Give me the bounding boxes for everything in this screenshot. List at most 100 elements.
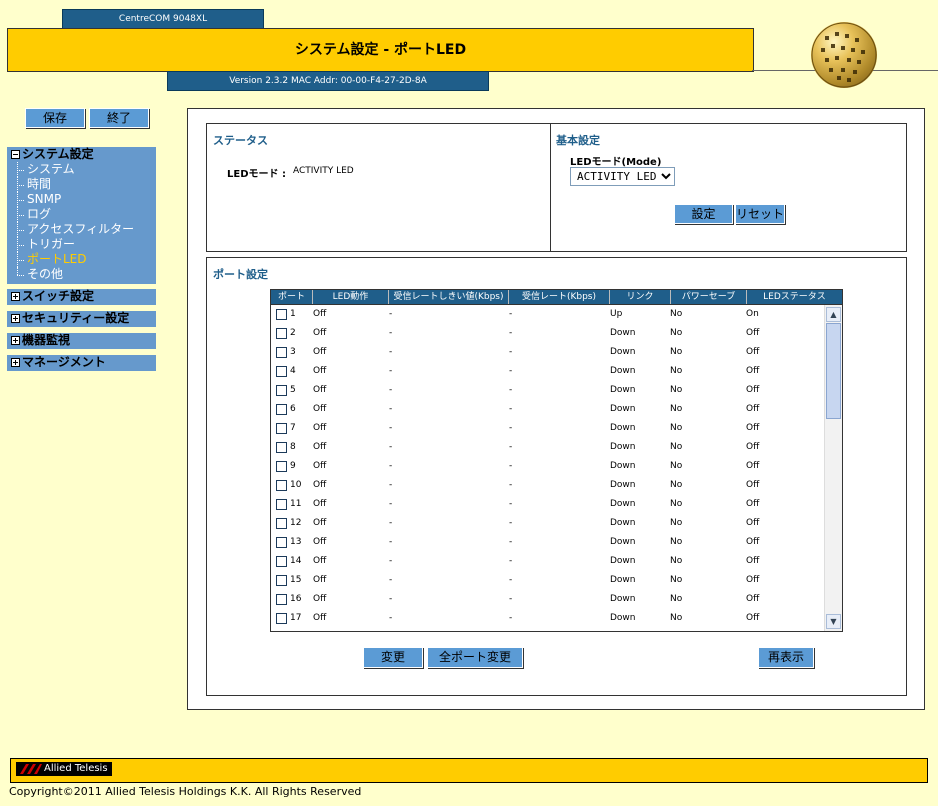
- cell-threshold: -: [389, 518, 393, 528]
- cell-port: 14: [290, 556, 302, 566]
- cell-threshold: -: [389, 594, 393, 604]
- cell-power-save: No: [670, 423, 683, 433]
- sidebar-item-time[interactable]: 時間: [7, 177, 156, 192]
- port-checkbox[interactable]: [276, 442, 287, 453]
- table-scrollbar[interactable]: ▲ ▼: [824, 305, 842, 631]
- sidebar-item-access-filter[interactable]: アクセスフィルター: [7, 222, 156, 237]
- port-checkbox[interactable]: [276, 404, 287, 415]
- led-mode-label: LEDモード(Mode): [570, 157, 662, 168]
- scroll-up-icon[interactable]: ▲: [826, 307, 841, 322]
- port-checkbox[interactable]: [276, 556, 287, 567]
- cell-led-action: Off: [313, 347, 327, 357]
- table-row: 10 Off - - Down No Off: [271, 476, 823, 495]
- table-row: 5 Off - - Down No Off: [271, 381, 823, 400]
- cell-led-action: Off: [313, 309, 327, 319]
- sidebar-item-system-settings[interactable]: システム設定: [7, 147, 156, 162]
- sidebar-item-label: 機器監視: [22, 333, 71, 347]
- port-checkbox[interactable]: [276, 423, 287, 434]
- port-checkbox[interactable]: [276, 480, 287, 491]
- exit-button[interactable]: 終了: [89, 108, 149, 128]
- scroll-thumb[interactable]: [826, 323, 841, 419]
- collapse-icon[interactable]: [11, 150, 20, 159]
- cell-led-status: Off: [746, 442, 760, 452]
- expand-icon[interactable]: [11, 358, 20, 367]
- port-checkbox[interactable]: [276, 385, 287, 396]
- cell-link: Up: [610, 309, 623, 319]
- sidebar-item-log[interactable]: ログ: [7, 207, 156, 222]
- version-info: Version 2.3.2 MAC Addr: 00-00-F4-27-2D-8…: [167, 71, 489, 91]
- cell-led-action: Off: [313, 518, 327, 528]
- cell-led-status: Off: [746, 594, 760, 604]
- sidebar-item-device-monitor[interactable]: 機器監視: [7, 333, 156, 349]
- table-row: 8 Off - - Down No Off: [271, 438, 823, 457]
- cell-power-save: No: [670, 480, 683, 490]
- port-checkbox[interactable]: [276, 537, 287, 548]
- cell-port: 12: [290, 518, 302, 528]
- sidebar-item-port-led[interactable]: ポートLED: [7, 252, 156, 267]
- cell-rx-rate: -: [509, 556, 513, 566]
- port-checkbox[interactable]: [276, 518, 287, 529]
- expand-icon[interactable]: [11, 314, 20, 323]
- scroll-down-icon[interactable]: ▼: [826, 614, 841, 629]
- expand-icon[interactable]: [11, 292, 20, 301]
- cell-led-action: Off: [313, 537, 327, 547]
- cell-rx-rate: -: [509, 461, 513, 471]
- cell-led-status: Off: [746, 556, 760, 566]
- cell-power-save: No: [670, 328, 683, 338]
- cell-threshold: -: [389, 309, 393, 319]
- cell-link: Down: [610, 461, 636, 471]
- cell-link: Down: [610, 613, 636, 623]
- sidebar-item-trigger[interactable]: トリガー: [7, 237, 156, 252]
- sidebar-item-label: ログ: [27, 207, 52, 221]
- change-all-ports-button[interactable]: 全ポート変更: [427, 647, 523, 668]
- port-checkbox[interactable]: [276, 461, 287, 472]
- cell-rx-rate: -: [509, 575, 513, 585]
- port-checkbox[interactable]: [276, 328, 287, 339]
- cell-threshold: -: [389, 575, 393, 585]
- port-checkbox[interactable]: [276, 499, 287, 510]
- port-checkbox[interactable]: [276, 613, 287, 624]
- save-button[interactable]: 保存: [25, 108, 85, 128]
- cell-power-save: No: [670, 556, 683, 566]
- port-checkbox[interactable]: [276, 575, 287, 586]
- model-name: CentreCOM 9048XL: [62, 9, 264, 29]
- cell-rx-rate: -: [509, 442, 513, 452]
- cell-rx-rate: -: [509, 480, 513, 490]
- sidebar-item-label: トリガー: [27, 237, 76, 251]
- port-checkbox[interactable]: [276, 347, 287, 358]
- cell-led-status: Off: [746, 518, 760, 528]
- cell-port: 13: [290, 537, 302, 547]
- status-led-mode-label: LEDモード :: [227, 169, 286, 180]
- cell-link: Down: [610, 347, 636, 357]
- sidebar-item-label: ポートLED: [27, 252, 87, 266]
- reset-button[interactable]: リセット: [735, 204, 785, 224]
- cell-rx-rate: -: [509, 366, 513, 376]
- table-row: 9 Off - - Down No Off: [271, 457, 823, 476]
- change-button[interactable]: 変更: [363, 647, 423, 668]
- sidebar-item-management[interactable]: マネージメント: [7, 355, 156, 371]
- sidebar-item-snmp[interactable]: SNMP: [7, 192, 156, 207]
- cell-threshold: -: [389, 442, 393, 452]
- cell-rx-rate: -: [509, 309, 513, 319]
- port-checkbox[interactable]: [276, 366, 287, 377]
- cell-power-save: No: [670, 594, 683, 604]
- led-mode-select[interactable]: ACTIVITY LED: [570, 167, 675, 186]
- refresh-button[interactable]: 再表示: [758, 647, 814, 668]
- cell-led-status: Off: [746, 385, 760, 395]
- cell-link: Down: [610, 537, 636, 547]
- cell-link: Down: [610, 442, 636, 452]
- cell-power-save: No: [670, 309, 683, 319]
- sidebar-item-security-settings[interactable]: セキュリティー設定: [7, 311, 156, 327]
- port-checkbox[interactable]: [276, 309, 287, 320]
- globe-logo-icon: [811, 22, 877, 88]
- table-row: 16 Off - - Down No Off: [271, 590, 823, 609]
- expand-icon[interactable]: [11, 336, 20, 345]
- port-checkbox[interactable]: [276, 594, 287, 605]
- cell-link: Down: [610, 575, 636, 585]
- sidebar-item-system[interactable]: システム: [7, 162, 156, 177]
- set-button[interactable]: 設定: [674, 204, 733, 224]
- cell-power-save: No: [670, 404, 683, 414]
- sidebar-item-switch-settings[interactable]: スイッチ設定: [7, 289, 156, 305]
- cell-port: 2: [290, 328, 296, 338]
- sidebar-item-other[interactable]: その他: [7, 267, 156, 282]
